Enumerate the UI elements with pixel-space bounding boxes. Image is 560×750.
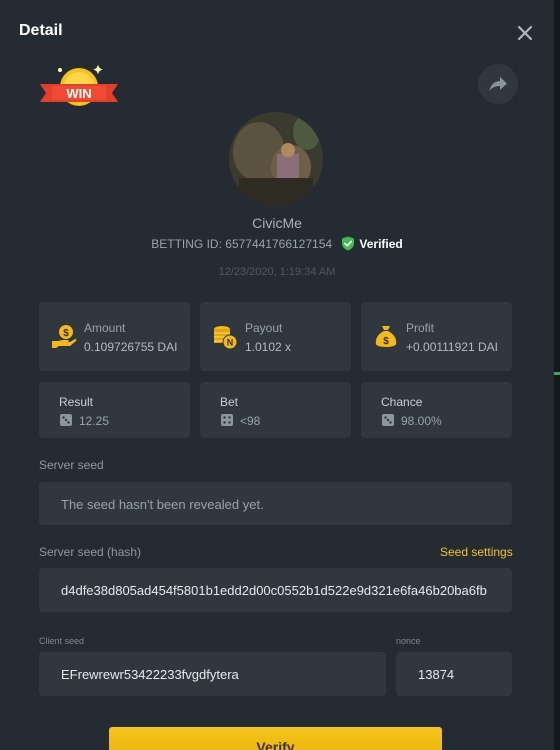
server-seed-hash-label: Server seed (hash) bbox=[39, 545, 142, 559]
avatar bbox=[229, 112, 323, 206]
bet-detail-modal: Detail WIN CivicMe BETTING ID: 657744176… bbox=[0, 0, 554, 750]
svg-text:$: $ bbox=[383, 336, 389, 347]
bet-timestamp: 12/23/2020, 1:19:34 AM bbox=[218, 266, 336, 278]
payout-label: Payout bbox=[245, 321, 283, 335]
server-seed-label: Server seed bbox=[39, 458, 104, 472]
payout-card: N Payout 1.0102 x bbox=[200, 302, 351, 371]
server-seed-hash-value: d4dfe38d805ad454f5801b1edd2d00c0552b1d52… bbox=[61, 583, 487, 598]
dice-icon bbox=[382, 414, 394, 426]
dice-icon bbox=[221, 414, 233, 426]
svg-text:$: $ bbox=[63, 328, 69, 339]
win-badge-icon: WIN bbox=[40, 65, 118, 106]
amount-label: Amount bbox=[84, 321, 126, 335]
payout-value: 1.0102 x bbox=[245, 340, 292, 354]
nonce-input[interactable]: 13874 bbox=[396, 652, 512, 696]
verify-button[interactable]: Verify bbox=[109, 727, 442, 750]
win-badge-text: WIN bbox=[66, 86, 91, 101]
result-card: Result 12.25 bbox=[39, 382, 190, 438]
nonce-value: 13874 bbox=[418, 667, 455, 682]
server-seed-hash-field[interactable]: d4dfe38d805ad454f5801b1edd2d00c0552b1d52… bbox=[39, 568, 512, 612]
chance-card: Chance 98.00% bbox=[361, 382, 512, 438]
seed-settings-link[interactable]: Seed settings bbox=[440, 545, 513, 559]
bet-card: Bet <98 bbox=[200, 382, 351, 438]
result-value: 12.25 bbox=[79, 414, 110, 428]
amount-value: 0.109726755 DAI bbox=[84, 340, 178, 354]
amount-card: $ Amount 0.109726755 DAI bbox=[39, 302, 190, 371]
chance-value: 98.00% bbox=[401, 414, 442, 428]
client-seed-input[interactable]: EFrewrewr53422233fvgdfytera bbox=[39, 652, 386, 696]
dice-icon bbox=[60, 414, 72, 426]
profit-card: $ Profit +0.00111921 DAI bbox=[361, 302, 512, 371]
betting-id-value: 6577441766127154 bbox=[225, 237, 333, 251]
profit-value: +0.00111921 DAI bbox=[406, 340, 498, 354]
modal-title: Detail bbox=[19, 22, 63, 39]
username: CivicMe bbox=[252, 215, 302, 231]
betting-id-line: BETTING ID: 6577441766127154 Verified bbox=[0, 236, 554, 251]
chance-label: Chance bbox=[381, 395, 423, 409]
bet-value: <98 bbox=[240, 414, 261, 428]
background-edge bbox=[554, 0, 560, 750]
client-seed-label: Client seed bbox=[39, 636, 85, 646]
nonce-label: nonce bbox=[396, 636, 421, 646]
edge-indicator bbox=[554, 372, 560, 375]
share-button[interactable] bbox=[478, 64, 518, 104]
coins-stack-icon: N bbox=[214, 326, 238, 350]
money-bag-icon: $ bbox=[375, 326, 397, 347]
server-seed-value: The seed hasn't been revealed yet. bbox=[61, 497, 264, 512]
server-seed-field: The seed hasn't been revealed yet. bbox=[39, 482, 512, 525]
money-hand-icon: $ bbox=[52, 325, 77, 348]
svg-text:N: N bbox=[227, 338, 234, 348]
result-label: Result bbox=[59, 395, 94, 409]
profit-label: Profit bbox=[406, 321, 435, 335]
share-icon bbox=[489, 77, 507, 91]
bet-label: Bet bbox=[220, 395, 239, 409]
verified-label: Verified bbox=[359, 237, 403, 251]
betting-id-label: BETTING ID: bbox=[151, 237, 222, 251]
shield-check-icon bbox=[342, 236, 355, 251]
close-icon[interactable] bbox=[516, 24, 534, 42]
modal-header: Detail bbox=[0, 0, 554, 62]
client-seed-value: EFrewrewr53422233fvgdfytera bbox=[61, 667, 239, 682]
